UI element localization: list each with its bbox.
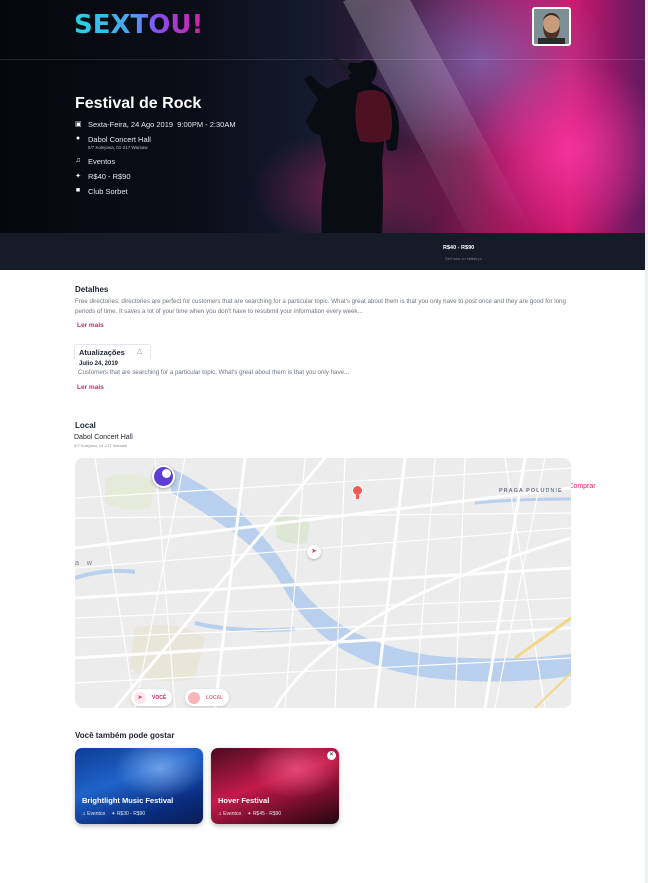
performer-silhouette — [304, 55, 399, 233]
close-icon[interactable]: ✕ — [327, 751, 336, 760]
recommendation-category: Eventos — [223, 811, 242, 817]
legend-place-button[interactable]: LOCAL — [185, 689, 230, 706]
tab-updates[interactable]: Atualizações △ — [74, 344, 151, 359]
venue-dot-icon — [188, 691, 200, 704]
legend-you-label: VOCÊ — [152, 694, 167, 701]
recommendation-meta: ♫ Eventos ✦ R$45 - R$90 — [218, 811, 281, 817]
brand-logo[interactable]: SEXTOU! — [74, 10, 203, 40]
music-note-icon: ♫ — [218, 811, 222, 817]
recommendation-category: Eventos — [87, 811, 106, 817]
details-heading: Detalhes — [75, 285, 109, 294]
update-text: Customers that are searching for a parti… — [78, 369, 350, 376]
event-date: Sexta-Feira, 24 Ago 2019 — [88, 120, 174, 129]
legend-you-button[interactable]: ➤ VOCÊ — [131, 689, 173, 706]
event-venue: Dabol Concert Hall — [88, 135, 151, 144]
legend-place-label: LOCAL — [206, 694, 224, 701]
event-price: R$40 - R$90 — [88, 172, 131, 181]
event-category: Eventos — [88, 157, 116, 166]
event-category-row: ♫ Eventos — [75, 157, 115, 166]
buy-bar-price: R$40 - R$90 — [443, 245, 475, 251]
event-price-row: ✦ R$40 - R$90 — [75, 172, 131, 181]
event-venue-row: ● Dabol Concert Hall 5/7 Kolejowa, 01-21… — [75, 135, 151, 150]
navigation-arrow-icon: ➤ — [134, 691, 146, 704]
details-text: Free directories: directories are perfec… — [75, 298, 566, 315]
event-venue-address: 5/7 Kolejowa, 01-217 Warsaw — [88, 145, 148, 150]
map-district-label: PRAGA POLUDNIE — [499, 488, 563, 494]
event-organizer: Club Sorbet — [88, 187, 128, 196]
tab-updates-label: Atualizações — [79, 348, 125, 357]
location-pin-icon: ● — [75, 135, 81, 142]
lock-icon: ■ — [75, 187, 81, 194]
ticket-icon: ✦ — [247, 811, 252, 817]
bell-icon: △ — [137, 348, 143, 355]
event-organizer-row: ■ Club Sorbet — [75, 187, 128, 196]
updates-read-more-link[interactable]: Ler mais — [77, 384, 104, 391]
event-hero: SEXTOU! Festival de Rock ▣ Sexta-Feira, … — [0, 0, 648, 233]
buy-bar-note: Sell now on sktket.pl — [445, 256, 482, 261]
details-read-more-link[interactable]: Ler mais — [77, 322, 104, 329]
event-time: 9:00PM - 2:30AM — [177, 120, 236, 129]
navigation-arrow-icon[interactable]: ➤ — [307, 545, 321, 559]
event-title: Festival de Rock — [75, 95, 202, 112]
event-date-row: ▣ Sexta-Feira, 24 Ago 2019 9:00PM - 2:30… — [75, 120, 236, 129]
update-date: Julio 24, 2019 — [79, 361, 119, 367]
recommendation-title: Hover Festival — [218, 796, 270, 805]
user-location-marker[interactable] — [152, 465, 175, 488]
ticket-icon: ✦ — [111, 811, 116, 817]
recommendation-meta: ♫ Eventos ✦ R$30 - R$90 — [82, 811, 145, 817]
recommendation-title: Brightlight Music Festival — [82, 796, 174, 805]
recommendation-card[interactable]: ✕ Hover Festival ♫ Eventos ✦ R$45 - R$90 — [211, 748, 339, 824]
music-note-icon: ♫ — [75, 157, 81, 164]
recommendation-price: R$45 - R$90 — [252, 811, 282, 817]
recommendations-heading: Você também pode gostar — [75, 731, 175, 740]
ticket-icon: ✦ — [75, 173, 81, 180]
map-edge-label: a w — [75, 560, 95, 567]
venue-map[interactable]: PRAGA POLUDNIE a w ➤ ➤ VOCÊ LOCAL — [75, 458, 571, 708]
user-avatar[interactable] — [532, 7, 571, 46]
calendar-icon: ▣ — [75, 121, 82, 128]
location-venue: Dabol Concert Hall — [74, 434, 133, 441]
buy-bar: R$40 - R$90 Sell now on sktket.pl Compra… — [0, 233, 648, 495]
music-note-icon: ♫ — [82, 811, 86, 817]
map-canvas — [75, 458, 571, 708]
venue-location-marker[interactable] — [352, 485, 363, 499]
recommendation-card[interactable]: Brightlight Music Festival ♫ Eventos ✦ R… — [75, 748, 203, 824]
location-heading: Local — [75, 421, 96, 430]
recommendation-price: R$30 - R$90 — [116, 811, 146, 817]
location-address: 5/7 Kolejowa, 01-217 Warsaw — [74, 443, 127, 448]
